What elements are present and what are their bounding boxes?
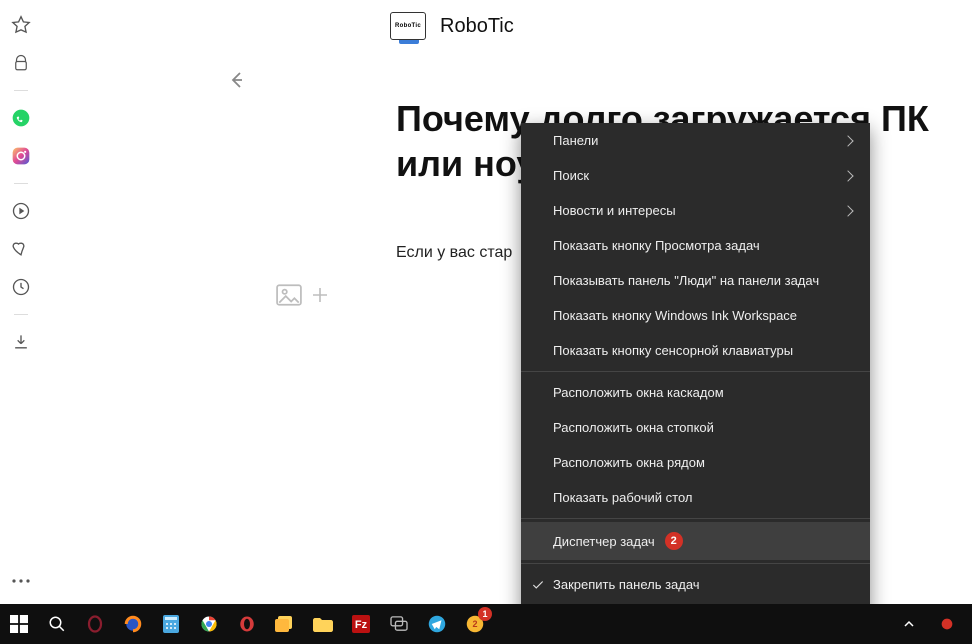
context-item-label: Расположить окна каскадом bbox=[553, 385, 724, 400]
system-tray bbox=[890, 604, 972, 644]
tray-up-icon[interactable] bbox=[890, 604, 928, 644]
more-icon[interactable] bbox=[10, 570, 32, 592]
svg-text:Fz: Fz bbox=[355, 619, 368, 631]
context-item-расположить-окна-ряд[interactable]: Расположить окна рядом bbox=[521, 445, 870, 480]
context-item-показать-кнопку-сенс[interactable]: Показать кнопку сенсорной клавиатуры bbox=[521, 333, 870, 368]
robotic-title: RoboTic bbox=[440, 15, 514, 38]
chevron-right-icon bbox=[842, 135, 853, 146]
context-item-показать-кнопку-wind[interactable]: Показать кнопку Windows Ink Workspace bbox=[521, 298, 870, 333]
chat-icon[interactable] bbox=[380, 604, 418, 644]
context-item-label: Новости и интересы bbox=[553, 203, 676, 218]
chevron-right-icon bbox=[842, 170, 853, 181]
context-item-расположить-окна-кас[interactable]: Расположить окна каскадом bbox=[521, 375, 870, 410]
context-item-новости-и-интересы[interactable]: Новости и интересы bbox=[521, 193, 870, 228]
calculator-icon[interactable] bbox=[152, 604, 190, 644]
notification-badge: 1 bbox=[478, 607, 492, 621]
star-icon[interactable] bbox=[10, 14, 32, 36]
app-left-toolbar bbox=[0, 0, 42, 604]
back-arrow-icon[interactable] bbox=[224, 68, 248, 92]
check-icon bbox=[531, 578, 545, 592]
download-icon[interactable] bbox=[10, 331, 32, 353]
search-button[interactable] bbox=[38, 604, 76, 644]
context-item-показать-рабочий-сто[interactable]: Показать рабочий стол bbox=[521, 480, 870, 515]
context-separator bbox=[521, 371, 870, 372]
telegram-icon[interactable] bbox=[418, 604, 456, 644]
robotic-brand[interactable]: RoboTic RoboTic bbox=[390, 12, 514, 40]
sidebar-divider bbox=[14, 183, 28, 184]
page-body: Если у вас стар bbox=[396, 244, 512, 262]
context-item-панели[interactable]: Панели bbox=[521, 123, 870, 158]
taskbar-apps: Fz 21 bbox=[76, 604, 494, 644]
context-separator bbox=[521, 563, 870, 564]
chevron-right-icon bbox=[842, 205, 853, 216]
context-item-label: Показать кнопку сенсорной клавиатуры bbox=[553, 343, 793, 358]
context-item-label: Показывать панель "Люди" на панели задач bbox=[553, 273, 819, 288]
plus-icon bbox=[310, 285, 330, 305]
context-item-label: Показать кнопку Windows Ink Workspace bbox=[553, 308, 797, 323]
play-circle-icon[interactable] bbox=[10, 200, 32, 222]
history-icon[interactable] bbox=[10, 276, 32, 298]
context-item-label: Расположить окна стопкой bbox=[553, 420, 714, 435]
badge: 2 bbox=[665, 532, 683, 550]
image-placeholder[interactable] bbox=[276, 284, 330, 306]
opera-icon[interactable] bbox=[76, 604, 114, 644]
context-item-label: Панели bbox=[553, 133, 598, 148]
context-item-диспетчер-задач[interactable]: Диспетчер задач 2 bbox=[521, 522, 870, 560]
context-item-поиск[interactable]: Поиск bbox=[521, 158, 870, 193]
filezilla-icon[interactable]: Fz bbox=[342, 604, 380, 644]
start-button[interactable] bbox=[0, 604, 38, 644]
chrome-icon[interactable] bbox=[190, 604, 228, 644]
instagram-icon[interactable] bbox=[10, 145, 32, 167]
context-item-label: Показать кнопку Просмотра задач bbox=[553, 238, 760, 253]
files-icon[interactable] bbox=[266, 604, 304, 644]
lock-icon[interactable] bbox=[10, 52, 32, 74]
whatsapp-icon[interactable] bbox=[10, 107, 32, 129]
tray-warning-icon[interactable] bbox=[928, 604, 966, 644]
context-item-label: Диспетчер задач bbox=[553, 534, 655, 549]
svg-text:2: 2 bbox=[472, 619, 477, 629]
opera-red-icon[interactable] bbox=[228, 604, 266, 644]
context-item-label: Поиск bbox=[553, 168, 589, 183]
robotic-logo-icon: RoboTic bbox=[390, 12, 426, 40]
sidebar-divider bbox=[14, 314, 28, 315]
context-item-расположить-окна-сто[interactable]: Расположить окна стопкой bbox=[521, 410, 870, 445]
context-item-закрепить-панель-зад[interactable]: Закрепить панель задач bbox=[521, 567, 870, 602]
context-item-показывать-панель-л[interactable]: Показывать панель "Люди" на панели задач bbox=[521, 263, 870, 298]
context-separator bbox=[521, 518, 870, 519]
heart-icon[interactable] bbox=[10, 238, 32, 260]
image-icon bbox=[276, 284, 302, 306]
sidebar-divider bbox=[14, 90, 28, 91]
context-item-показать-кнопку-прос[interactable]: Показать кнопку Просмотра задач bbox=[521, 228, 870, 263]
taskbar-context-menu: Панели Поиск Новости и интересы Показать кн… bbox=[521, 123, 870, 637]
firefox-icon[interactable] bbox=[114, 604, 152, 644]
counter-icon[interactable]: 21 bbox=[456, 604, 494, 644]
context-item-label: Закрепить панель задач bbox=[553, 577, 700, 592]
windows-taskbar: Fz 21 bbox=[0, 604, 972, 644]
folder-icon[interactable] bbox=[304, 604, 342, 644]
context-item-label: Расположить окна рядом bbox=[553, 455, 705, 470]
context-item-label: Показать рабочий стол bbox=[553, 490, 692, 505]
